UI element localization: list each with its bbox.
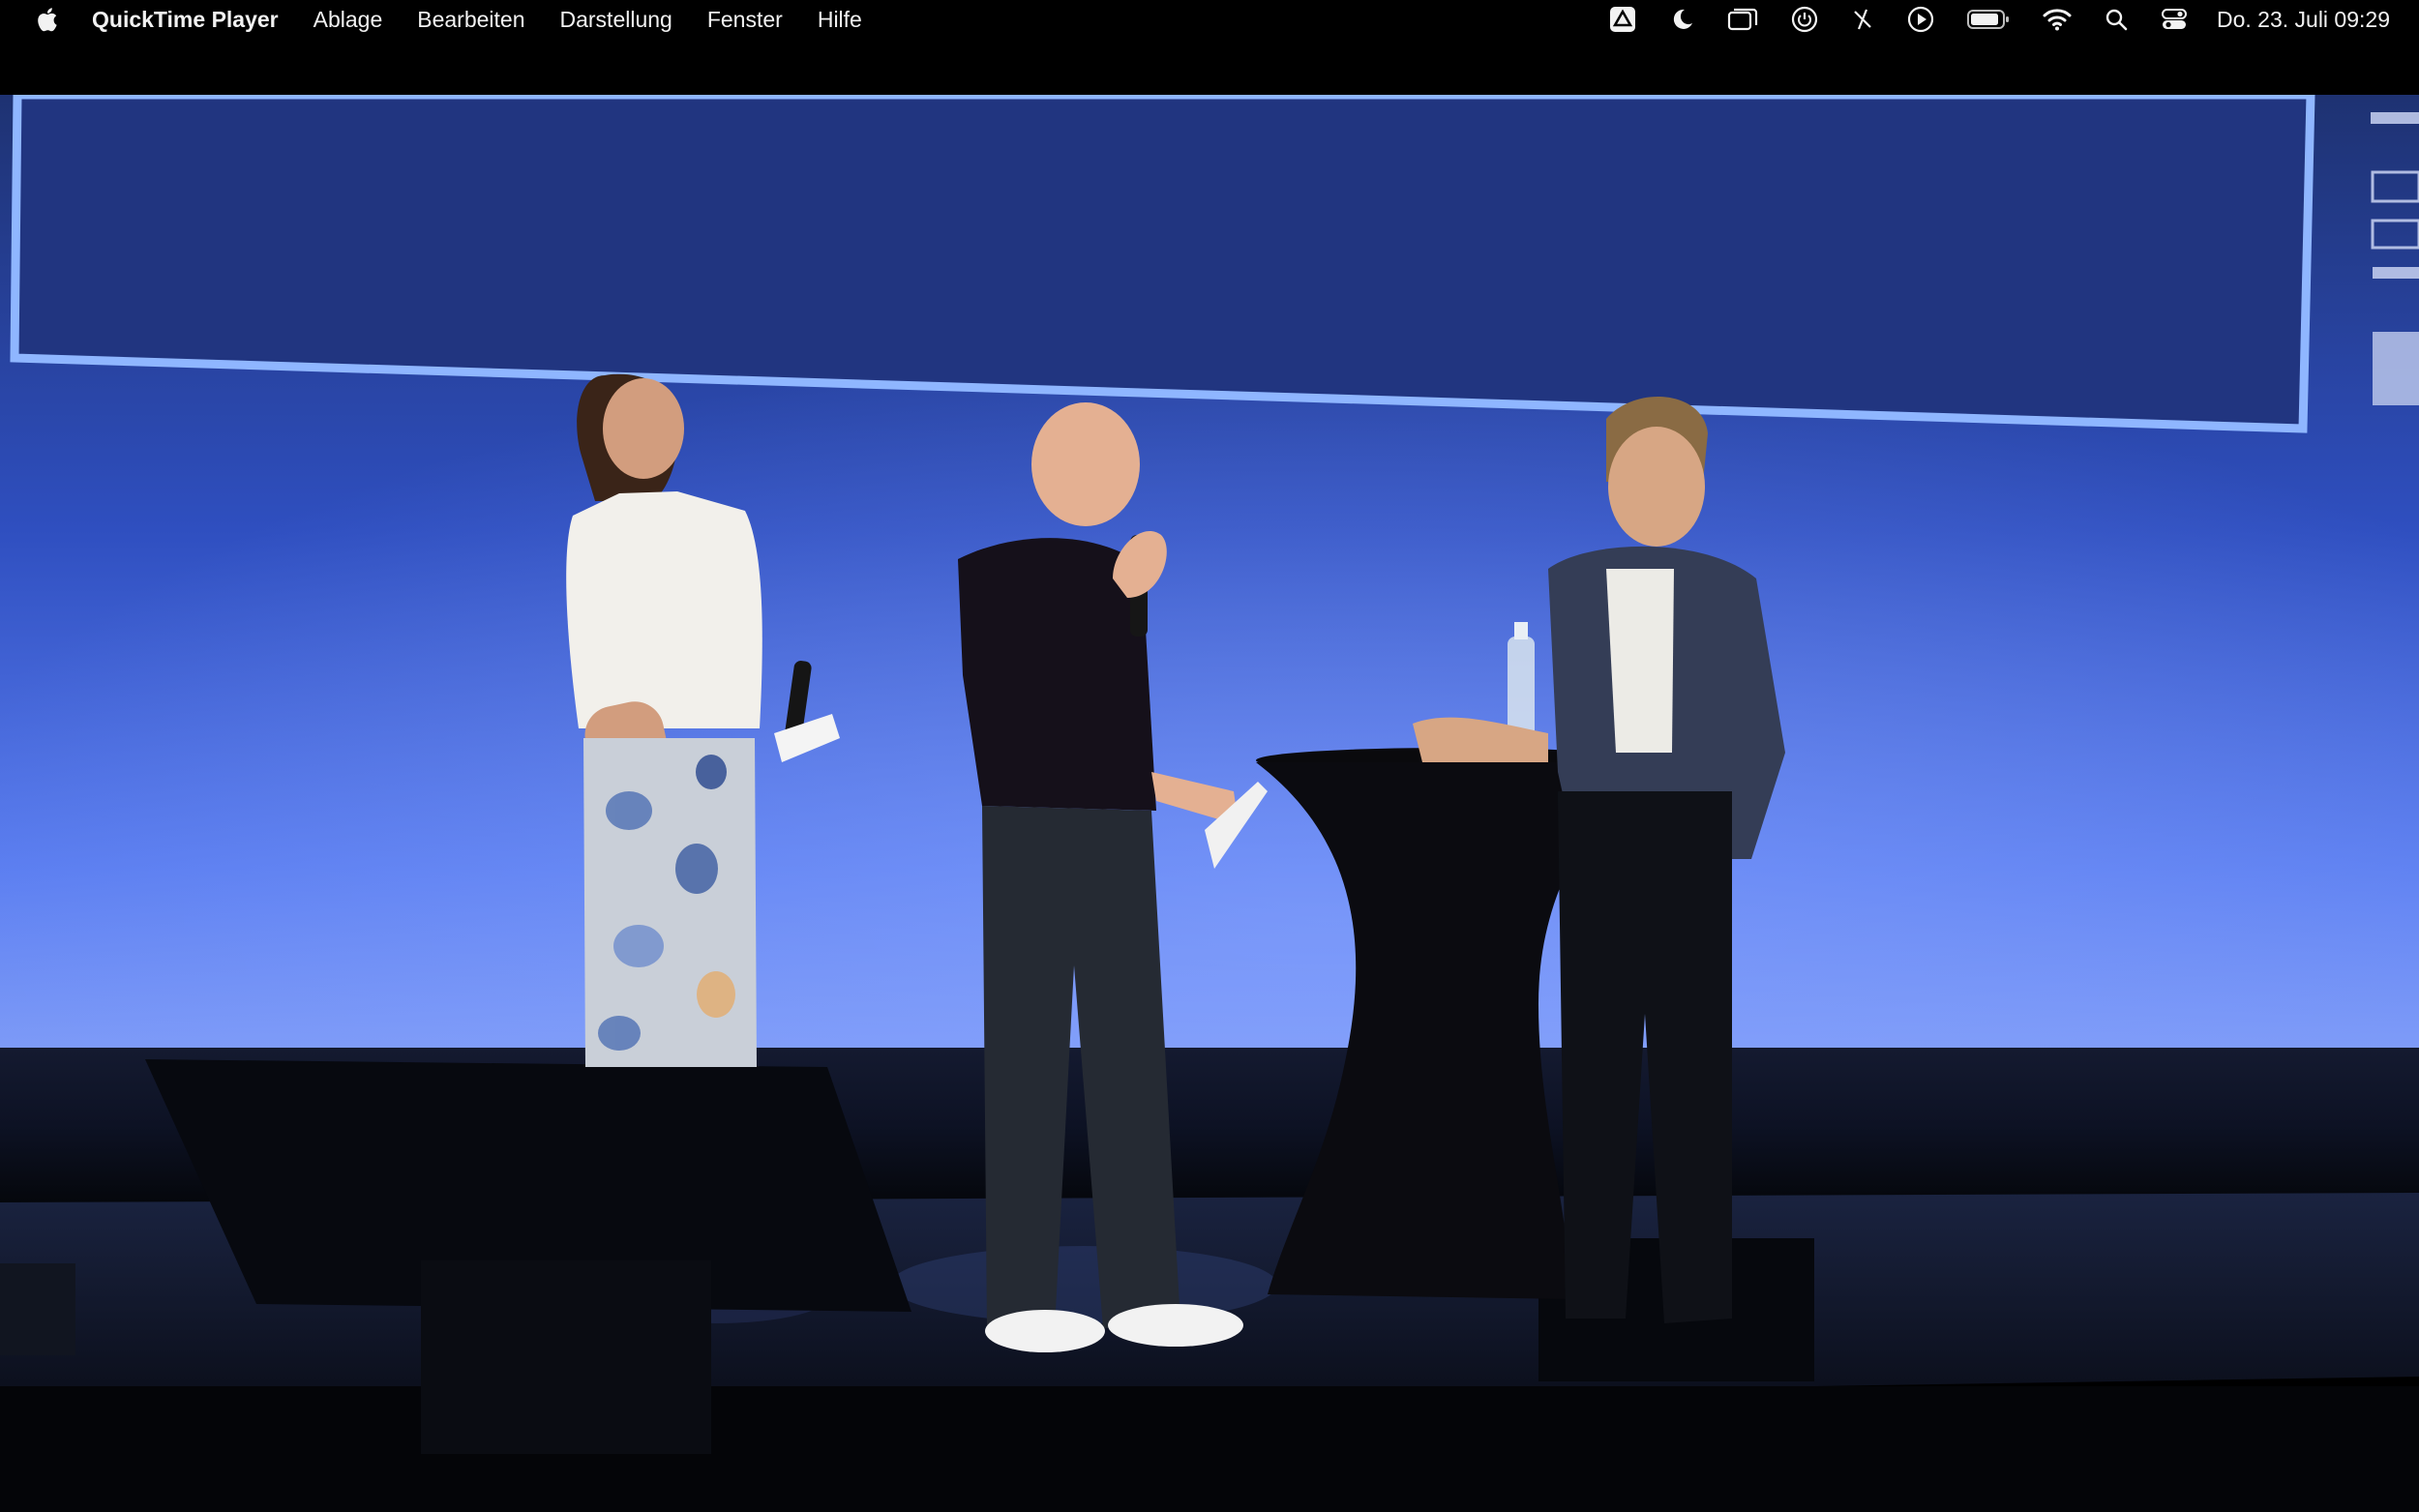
menu-fenster[interactable]: Fenster [707, 7, 783, 33]
video-frame [0, 95, 2419, 1512]
wifi-icon[interactable] [2043, 0, 2072, 39]
drive-icon[interactable] [1609, 0, 1636, 39]
moon-icon[interactable] [1669, 0, 1694, 39]
power-icon[interactable] [1791, 0, 1818, 39]
window-stack-icon[interactable] [1727, 0, 1758, 39]
video-player-area[interactable] [0, 95, 2419, 1512]
menu-darstellung[interactable]: Darstellung [560, 7, 672, 33]
menu-bar: QuickTime Player Ablage Bearbeiten Darst… [0, 0, 2419, 39]
control-center-icon[interactable] [2161, 0, 2188, 39]
menu-hilfe[interactable]: Hilfe [818, 7, 862, 33]
menu-app-name[interactable]: QuickTime Player [92, 7, 279, 33]
menubar-clock[interactable]: Do. 23. Juli 09:29 [2217, 7, 2390, 33]
search-icon[interactable] [2105, 0, 2128, 39]
menu-bearbeiten[interactable]: Bearbeiten [417, 7, 524, 33]
battery-icon[interactable] [1966, 0, 2010, 39]
play-circle-icon[interactable] [1907, 0, 1934, 39]
menu-ablage[interactable]: Ablage [314, 7, 383, 33]
apple-logo-icon[interactable] [32, 0, 61, 39]
pen-slash-icon[interactable] [1851, 0, 1874, 39]
